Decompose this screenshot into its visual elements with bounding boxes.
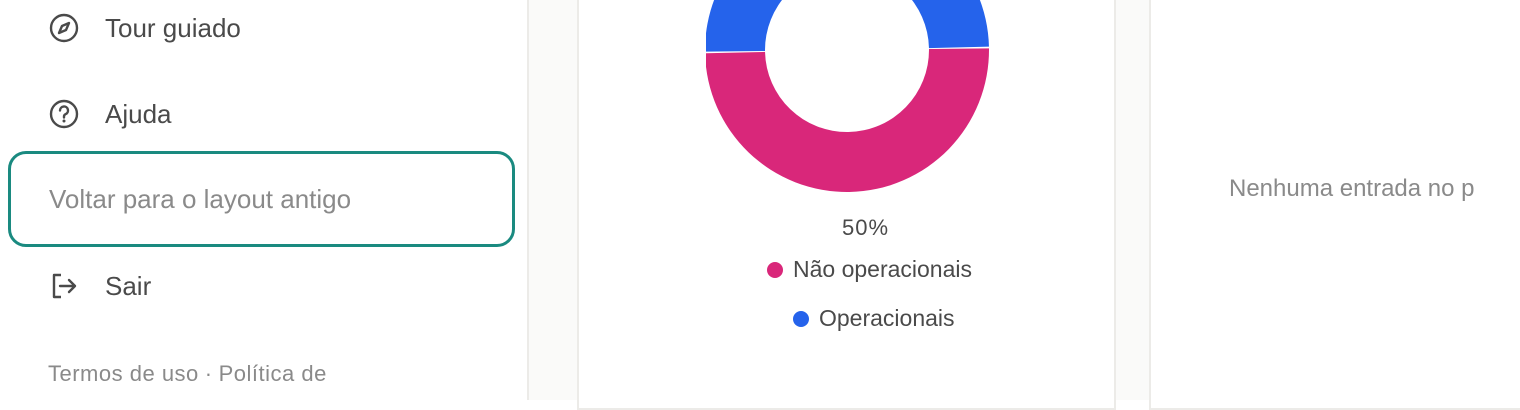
nav-item-label: Ajuda: [105, 98, 172, 129]
privacy-link[interactable]: Política de: [219, 361, 327, 386]
nav-item-help[interactable]: Ajuda: [48, 94, 172, 134]
footer-separator: ·: [204, 361, 213, 386]
main-content: 50% Não operacionais Operacionais Nenhum…: [529, 0, 1520, 410]
sidebar: Tour guiado Ajuda Voltar para o layout a…: [0, 0, 529, 400]
logout-button[interactable]: Sair: [48, 266, 151, 306]
terms-link[interactable]: Termos de uso: [48, 361, 199, 386]
nav-item-label: Tour guiado: [105, 12, 241, 43]
donut-slice-operacionais[interactable]: [706, 0, 989, 52]
legend-label: Operacionais: [819, 305, 955, 331]
donut-slice-nao-operacionais[interactable]: [706, 48, 989, 193]
legend-item-nao-operacionais: Não operacionais: [767, 256, 972, 283]
help-circle-icon: [48, 98, 80, 130]
empty-state-message: Nenhuma entrada no p: [1229, 175, 1475, 202]
empty-state-card: Nenhuma entrada no p: [1149, 0, 1520, 410]
compass-icon: [48, 12, 80, 44]
legend-dot-nao-operacionais: [767, 261, 783, 278]
status-chart-card: 50% Não operacionais Operacionais: [577, 0, 1116, 410]
data-label-percent: 50%: [842, 215, 890, 240]
logout-icon: [48, 270, 80, 302]
legend-label: Não operacionais: [793, 256, 973, 282]
donut-chart: [706, 0, 989, 193]
legacy-layout-button[interactable]: Voltar para o layout antigo: [8, 151, 515, 247]
legend-item-operacionais: Operacionais: [793, 305, 955, 332]
nav-item-tour[interactable]: Tour guiado: [48, 8, 241, 48]
legend-dot-operacionais: [793, 310, 809, 327]
logout-label: Sair: [105, 270, 152, 301]
footer-links: Termos de uso · Política de: [48, 361, 327, 387]
